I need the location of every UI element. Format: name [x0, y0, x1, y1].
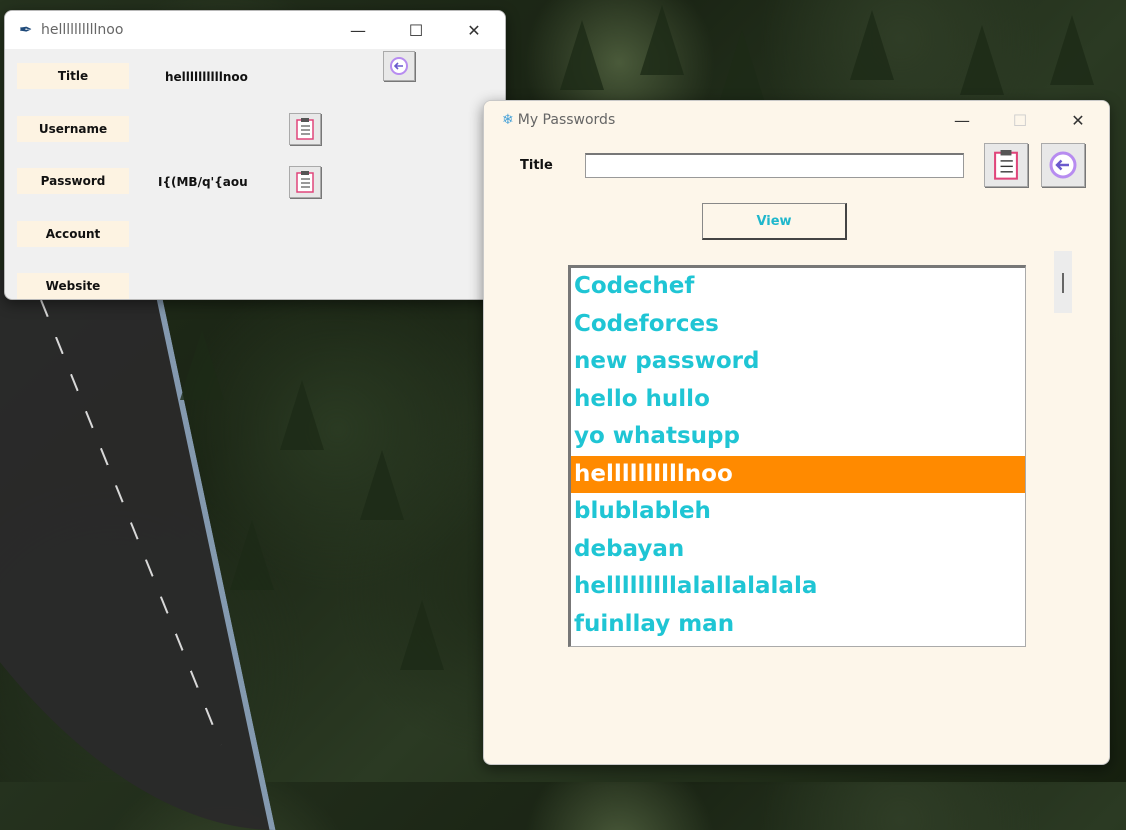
tree-graphic — [960, 25, 1004, 95]
tree-graphic — [640, 5, 684, 75]
close-button[interactable]: ✕ — [445, 11, 503, 49]
tree-graphic — [400, 600, 444, 670]
clipboard-icon — [994, 150, 1018, 180]
tree-graphic — [280, 380, 324, 450]
scrollbar-thumb[interactable] — [1062, 273, 1064, 293]
username-label: Username — [17, 116, 129, 142]
tree-graphic — [230, 520, 274, 590]
list-item[interactable]: new password — [571, 343, 1025, 381]
title-input[interactable] — [585, 153, 964, 178]
detail-window: ✒ hellllllllllnoo — ☐ ✕ Title hellllllll… — [4, 10, 506, 300]
list-item[interactable]: Codechef — [571, 268, 1025, 306]
back-button[interactable] — [383, 51, 415, 81]
list-item[interactable]: debayan — [571, 531, 1025, 569]
password-value: I{(MB/q'{aou — [158, 175, 248, 189]
snowflake-icon: ❄ — [502, 112, 514, 128]
close-button[interactable]: ✕ — [1049, 101, 1107, 139]
minimize-button[interactable]: — — [329, 11, 387, 49]
maximize-button[interactable]: ☐ — [991, 101, 1049, 139]
tree-graphic — [850, 10, 894, 80]
tree-graphic — [1050, 15, 1094, 85]
title-label: Title — [17, 63, 129, 89]
passwords-window: ❄ My Passwords — ☐ ✕ Title View Codechef… — [483, 100, 1110, 765]
tree-graphic — [360, 450, 404, 520]
list-item[interactable]: hello hullo — [571, 381, 1025, 419]
clipboard-icon — [296, 171, 314, 193]
scrollbar[interactable] — [1054, 251, 1072, 313]
window-title: My Passwords — [517, 112, 616, 128]
title-value: hellllllllllnoo — [165, 70, 248, 84]
tree-graphic — [180, 330, 224, 400]
list-item-selected[interactable]: hellllllllllnoo — [571, 455, 1025, 493]
tree-graphic — [560, 20, 604, 90]
account-label: Account — [17, 221, 129, 247]
list-item[interactable]: helllllllllalallalalala — [571, 568, 1025, 606]
titlebar[interactable]: ❄ My Passwords — ☐ ✕ — [484, 101, 1109, 139]
window-title: hellllllllllnoo — [41, 22, 124, 38]
copy-button[interactable] — [984, 143, 1028, 187]
minimize-button[interactable]: — — [933, 101, 991, 139]
clipboard-icon — [296, 118, 314, 140]
title-label: Title — [520, 158, 553, 173]
list-item[interactable]: blublableh — [571, 493, 1025, 531]
password-list[interactable]: Codechef Codeforces new password hello h… — [568, 265, 1026, 647]
copy-password-button[interactable] — [289, 166, 321, 198]
titlebar[interactable]: ✒ hellllllllllnoo — ☐ ✕ — [5, 11, 505, 49]
back-arrow-icon — [1049, 151, 1077, 179]
tree-graphic — [720, 30, 764, 100]
list-item[interactable]: Codeforces — [571, 306, 1025, 344]
back-button[interactable] — [1041, 143, 1085, 187]
feather-icon: ✒ — [19, 20, 33, 39]
website-label: Website — [17, 273, 129, 299]
list-item[interactable]: yo whatsupp — [571, 418, 1025, 456]
password-label: Password — [17, 168, 129, 194]
copy-username-button[interactable] — [289, 113, 321, 145]
list-item[interactable]: fuinllay man — [571, 606, 1025, 644]
maximize-button[interactable]: ☐ — [387, 11, 445, 49]
view-button[interactable]: View — [702, 203, 847, 240]
back-arrow-icon — [390, 57, 408, 75]
